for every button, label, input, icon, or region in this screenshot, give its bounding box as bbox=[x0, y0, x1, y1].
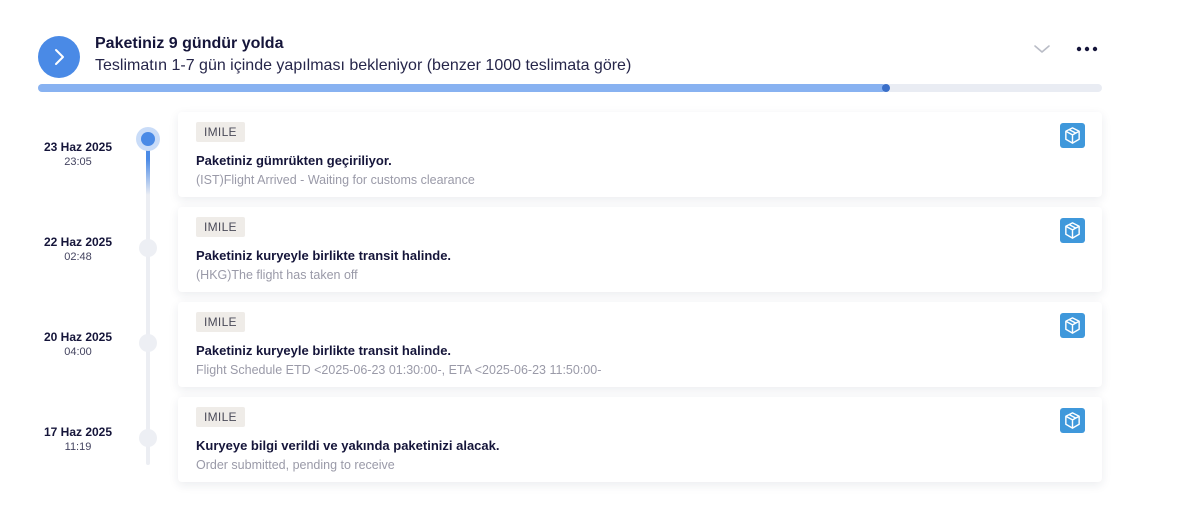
timeline-dot bbox=[139, 334, 157, 352]
carrier-tag: IMILE bbox=[196, 122, 245, 142]
event-title: Paketiniz gümrükten geçiriliyor. bbox=[196, 153, 392, 168]
timeline-dot bbox=[139, 429, 157, 447]
event-date-label: 22 Haz 2025 bbox=[43, 235, 113, 249]
timeline-dot bbox=[139, 239, 157, 257]
package-box-svg bbox=[1065, 412, 1080, 429]
tracking-event-card: IMILE Paketiniz gümrükten geçiriliyor. (… bbox=[178, 112, 1102, 197]
shipment-status-title: Paketiniz 9 gündür yolda bbox=[95, 35, 284, 52]
event-date: 20 Haz 2025 04:00 bbox=[20, 330, 136, 358]
delivery-progress-fill bbox=[38, 84, 886, 92]
collapse-button[interactable] bbox=[1032, 39, 1052, 59]
event-detail: Order submitted, pending to receive bbox=[196, 458, 395, 472]
event-detail: (IST)Flight Arrived - Waiting for custom… bbox=[196, 173, 475, 187]
delivery-progress-bar bbox=[38, 84, 1102, 92]
package-box-svg bbox=[1065, 127, 1080, 144]
package-box-icon[interactable] bbox=[1060, 408, 1085, 433]
timeline-dot-active bbox=[136, 127, 160, 151]
event-time-label: 02:48 bbox=[64, 251, 92, 263]
event-detail: Flight Schedule ETD <2025-06-23 01:30:00… bbox=[196, 363, 602, 377]
event-date: 17 Haz 2025 11:19 bbox=[20, 425, 136, 453]
event-date: 22 Haz 2025 02:48 bbox=[20, 235, 136, 263]
chevron-down-icon bbox=[1034, 45, 1050, 53]
event-title: Paketiniz kuryeyle birlikte transit hali… bbox=[196, 248, 452, 263]
event-date-label: 23 Haz 2025 bbox=[43, 140, 113, 154]
more-options-button[interactable] bbox=[1074, 39, 1100, 59]
event-date: 23 Haz 2025 23:05 bbox=[20, 140, 136, 168]
delivery-estimate-text: Teslimatın 1-7 gün içinde yapılması bekl… bbox=[95, 57, 632, 74]
event-title: Kuryeye bilgi verildi ve yakında paketin… bbox=[196, 438, 500, 453]
event-title: Paketiniz kuryeyle birlikte transit hali… bbox=[196, 343, 452, 358]
carrier-tag: IMILE bbox=[196, 312, 245, 332]
carrier-tag: IMILE bbox=[196, 217, 245, 237]
package-box-icon[interactable] bbox=[1060, 218, 1085, 243]
event-time-label: 04:00 bbox=[64, 346, 92, 358]
expand-details-button[interactable] bbox=[38, 36, 80, 78]
more-dots-icon bbox=[1076, 46, 1098, 52]
timeline-dot-active-inner bbox=[141, 132, 155, 146]
carrier-tag: IMILE bbox=[196, 407, 245, 427]
chevron-right-icon bbox=[55, 49, 64, 65]
delivery-progress-marker bbox=[882, 84, 890, 92]
event-detail: (HKG)The flight has taken off bbox=[196, 268, 358, 282]
event-time-label: 23:05 bbox=[64, 156, 92, 168]
tracking-event-card: IMILE Paketiniz kuryeyle birlikte transi… bbox=[178, 302, 1102, 387]
event-time-label: 11:19 bbox=[64, 441, 92, 453]
package-box-icon[interactable] bbox=[1060, 313, 1085, 338]
package-box-svg bbox=[1065, 317, 1080, 334]
tracking-event-card: IMILE Kuryeye bilgi verildi ve yakında p… bbox=[178, 397, 1102, 482]
package-box-icon[interactable] bbox=[1060, 123, 1085, 148]
package-box-svg bbox=[1065, 222, 1080, 239]
event-date-label: 17 Haz 2025 bbox=[43, 425, 113, 439]
event-date-label: 20 Haz 2025 bbox=[43, 330, 113, 344]
tracking-event-card: IMILE Paketiniz kuryeyle birlikte transi… bbox=[178, 207, 1102, 292]
